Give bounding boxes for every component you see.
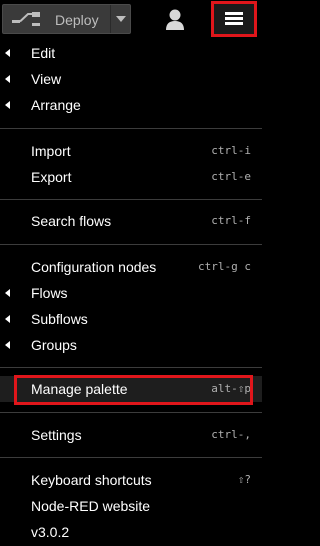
menu-item-flows[interactable]: Flows bbox=[0, 280, 262, 306]
menu-item-shortcut: ctrl-g c bbox=[198, 260, 251, 273]
menu-divider bbox=[0, 457, 262, 458]
chevron-left-icon bbox=[5, 101, 10, 109]
menu-item-label: Groups bbox=[31, 337, 77, 353]
menu-item-settings[interactable]: Settings ctrl-, bbox=[0, 422, 262, 448]
menu-item-label: Import bbox=[31, 143, 71, 159]
menu-item-label: Keyboard shortcuts bbox=[31, 472, 152, 488]
menu-item-label: Flows bbox=[31, 285, 68, 301]
menu-item-shortcut: ctrl-, bbox=[211, 428, 251, 441]
chevron-left-icon bbox=[5, 289, 10, 297]
deploy-icon bbox=[12, 12, 40, 26]
menu-item-label: Export bbox=[31, 169, 72, 185]
menu-item-node-red-website[interactable]: Node-RED website bbox=[0, 493, 262, 519]
menu-item-label: Settings bbox=[31, 427, 82, 443]
chevron-left-icon bbox=[5, 341, 10, 349]
menu-item-subflows[interactable]: Subflows bbox=[0, 306, 262, 332]
menu-divider bbox=[0, 199, 262, 200]
menu-item-edit[interactable]: Edit bbox=[0, 40, 262, 66]
menu-item-search-flows[interactable]: Search flows ctrl-f bbox=[0, 208, 262, 234]
deploy-options-button[interactable] bbox=[110, 5, 131, 33]
menu-item-version: v3.0.2 bbox=[0, 519, 262, 545]
menu-item-label: Edit bbox=[31, 45, 56, 61]
menu-item-configuration-nodes[interactable]: Configuration nodes ctrl-g c bbox=[0, 254, 262, 280]
menu-divider bbox=[0, 367, 262, 368]
main-menu-dropdown: Edit View Arrange Import ctrl-i Export c… bbox=[0, 40, 262, 546]
menu-item-label: Search flows bbox=[31, 213, 112, 229]
menu-item-shortcut: ctrl-f bbox=[211, 214, 251, 227]
menu-item-shortcut: alt-⇧p bbox=[211, 382, 251, 395]
menu-item-label: View bbox=[31, 71, 62, 87]
hamburger-menu-icon bbox=[225, 12, 243, 26]
chevron-left-icon bbox=[5, 49, 10, 57]
menu-item-export[interactable]: Export ctrl-e bbox=[0, 164, 262, 190]
menu-divider bbox=[0, 244, 262, 245]
menu-divider bbox=[0, 412, 262, 413]
menu-item-label: Arrange bbox=[31, 97, 81, 113]
menu-item-label: Subflows bbox=[31, 311, 88, 327]
menu-item-import[interactable]: Import ctrl-i bbox=[0, 138, 262, 164]
menu-item-manage-palette[interactable]: Manage palette alt-⇧p bbox=[0, 376, 262, 402]
chevron-down-icon bbox=[116, 16, 126, 22]
menu-divider bbox=[0, 128, 262, 129]
menu-item-view[interactable]: View bbox=[0, 66, 262, 92]
menu-item-keyboard-shortcuts[interactable]: Keyboard shortcuts ⇧? bbox=[0, 467, 262, 493]
user-icon[interactable] bbox=[160, 6, 190, 34]
version-label: v3.0.2 bbox=[31, 524, 70, 540]
menu-item-shortcut: ctrl-e bbox=[211, 170, 251, 183]
menu-item-label: Manage palette bbox=[31, 381, 128, 397]
menu-item-shortcut: ctrl-i bbox=[211, 144, 251, 157]
menu-item-groups[interactable]: Groups bbox=[0, 332, 262, 358]
menu-item-label: Node-RED website bbox=[31, 498, 151, 514]
menu-item-label: Configuration nodes bbox=[31, 259, 157, 275]
deploy-label: Deploy bbox=[55, 12, 99, 28]
deploy-button[interactable]: Deploy bbox=[2, 4, 131, 34]
header-bar: Deploy bbox=[0, 0, 262, 40]
menu-item-arrange[interactable]: Arrange bbox=[0, 92, 262, 118]
chevron-left-icon bbox=[5, 75, 10, 83]
main-menu-button[interactable] bbox=[211, 1, 257, 37]
menu-item-shortcut: ⇧? bbox=[237, 473, 251, 486]
chevron-left-icon bbox=[5, 315, 10, 323]
